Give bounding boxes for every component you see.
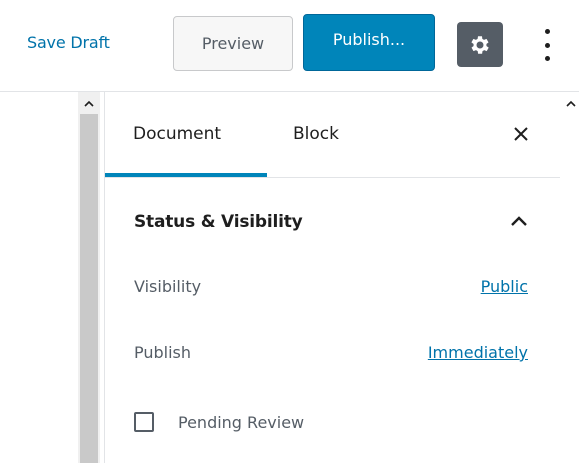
publish-date-link[interactable]: Immediately — [428, 343, 528, 362]
status-visibility-heading[interactable]: Status & Visibility — [134, 212, 303, 232]
preview-button[interactable]: Preview — [173, 16, 293, 71]
publish-label: Publish — [134, 343, 192, 362]
settings-sidebar: Document Block Status & Visibility Visib… — [104, 92, 560, 463]
chevron-up-icon — [511, 216, 527, 226]
pending-review-option[interactable]: Pending Review — [134, 410, 304, 434]
pending-review-label[interactable]: Pending Review — [178, 413, 304, 432]
save-draft-button[interactable]: Save Draft — [27, 33, 110, 52]
visibility-label: Visibility — [134, 277, 202, 296]
pending-review-checkbox[interactable] — [134, 412, 154, 432]
editor-scrollbar[interactable] — [78, 92, 100, 463]
section-collapse-button[interactable] — [509, 210, 533, 230]
close-sidebar-button[interactable] — [509, 120, 533, 148]
sidebar-scrollbar[interactable] — [563, 92, 579, 463]
scrollbar-thumb[interactable] — [80, 114, 98, 463]
publish-button[interactable]: Publish... — [303, 14, 435, 71]
sidebar-tabs: Document Block — [105, 92, 560, 178]
more-options-button[interactable] — [536, 24, 558, 66]
editor-toolbar: Save Draft Preview Publish... — [0, 0, 579, 92]
tab-block[interactable]: Block — [293, 124, 339, 144]
tab-document[interactable]: Document — [133, 124, 221, 144]
scroll-up-arrow-icon[interactable] — [83, 98, 95, 110]
vertical-ellipsis-icon — [544, 29, 550, 34]
visibility-toggle-link[interactable]: Public — [481, 277, 528, 296]
scroll-up-arrow-icon[interactable] — [565, 98, 577, 110]
active-tab-indicator — [105, 173, 267, 177]
settings-button[interactable] — [457, 22, 503, 67]
gear-icon — [471, 35, 489, 54]
close-icon — [514, 127, 528, 141]
